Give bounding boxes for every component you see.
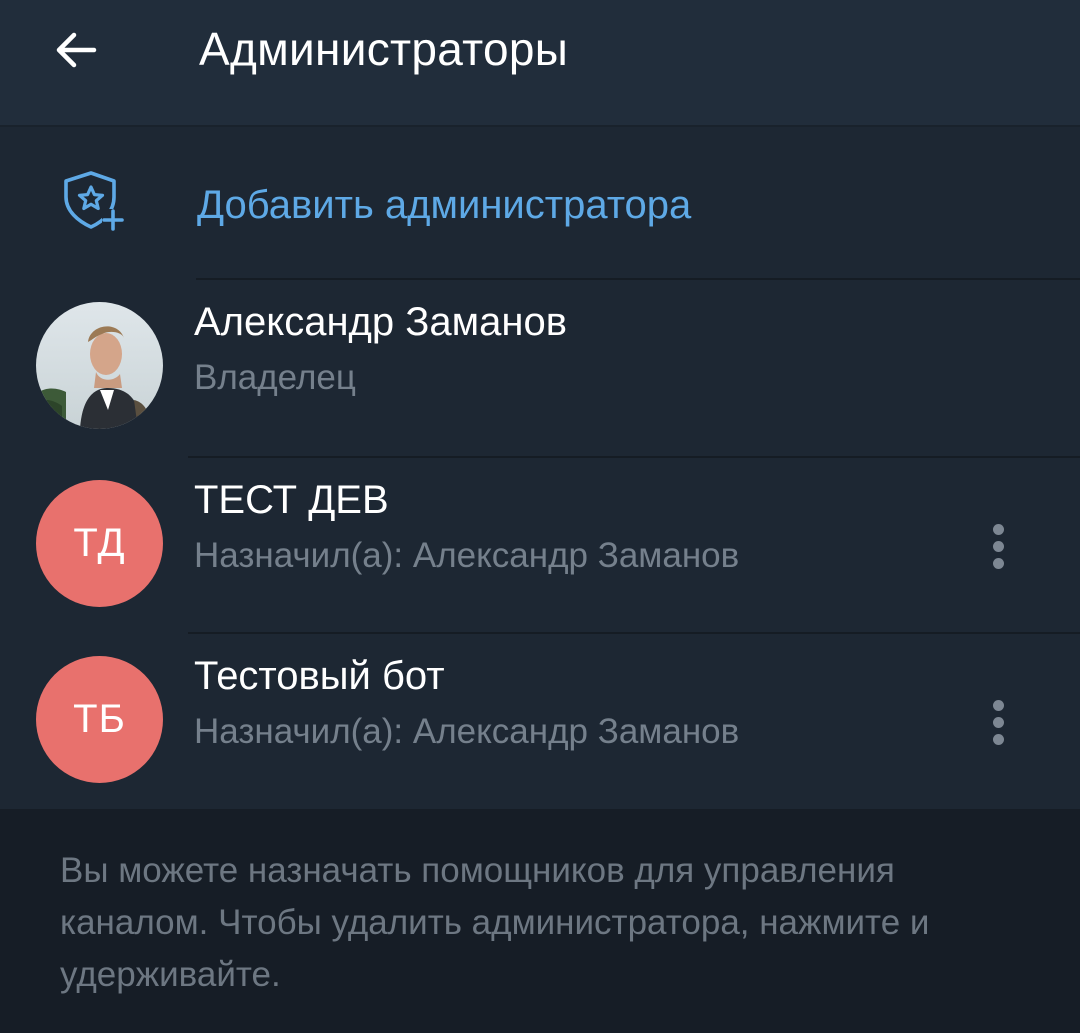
kebab-dot bbox=[992, 733, 1004, 745]
admin-row[interactable]: ТБ Тестовый бот Назначил(а): Александр З… bbox=[0, 634, 1080, 810]
info-text: Вы можете назначать помощников для управ… bbox=[60, 851, 930, 994]
profile-photo bbox=[36, 302, 163, 429]
kebab-dot bbox=[992, 540, 1004, 552]
admin-assigned-by: Назначил(а): Александр Заманов bbox=[194, 536, 740, 575]
add-admin-button[interactable]: Добавить администратора bbox=[0, 127, 1080, 279]
kebab-menu-icon bbox=[992, 699, 1004, 711]
shield-star-plus-icon bbox=[64, 171, 124, 231]
admin-name: Тестовый бот bbox=[194, 654, 445, 698]
admin-assigned-by: Назначил(а): Александр Заманов bbox=[194, 712, 740, 751]
avatar: ТБ bbox=[36, 656, 163, 783]
more-options-button[interactable] bbox=[970, 684, 1026, 760]
kebab-menu-icon bbox=[992, 523, 1004, 535]
info-section: Вы можете назначать помощников для управ… bbox=[0, 809, 1080, 1033]
add-admin-label: Добавить администратора bbox=[197, 183, 692, 227]
kebab-dot bbox=[992, 716, 1004, 728]
page-title: Администраторы bbox=[199, 23, 569, 75]
avatar-initials: ТД bbox=[73, 521, 126, 565]
avatar: ТД bbox=[36, 480, 163, 607]
more-options-button[interactable] bbox=[970, 508, 1026, 584]
admin-list: Добавить администратора Александр Замано… bbox=[0, 127, 1080, 809]
admins-screen: Администраторы Добавить администратора А… bbox=[0, 0, 1080, 1033]
admin-row-owner[interactable]: Александр Заманов Владелец bbox=[0, 280, 1080, 456]
avatar-initials: ТБ bbox=[73, 697, 126, 741]
admin-row[interactable]: ТД ТЕСТ ДЕВ Назначил(а): Александр Заман… bbox=[0, 458, 1080, 634]
admin-name: Александр Заманов bbox=[194, 300, 567, 344]
back-button[interactable] bbox=[40, 14, 112, 86]
admin-role: Владелец bbox=[194, 358, 356, 397]
app-bar: Администраторы bbox=[0, 0, 1080, 127]
kebab-dot bbox=[992, 557, 1004, 569]
avatar bbox=[36, 302, 163, 429]
arrow-left-icon bbox=[56, 32, 97, 68]
admin-name: ТЕСТ ДЕВ bbox=[194, 478, 389, 522]
